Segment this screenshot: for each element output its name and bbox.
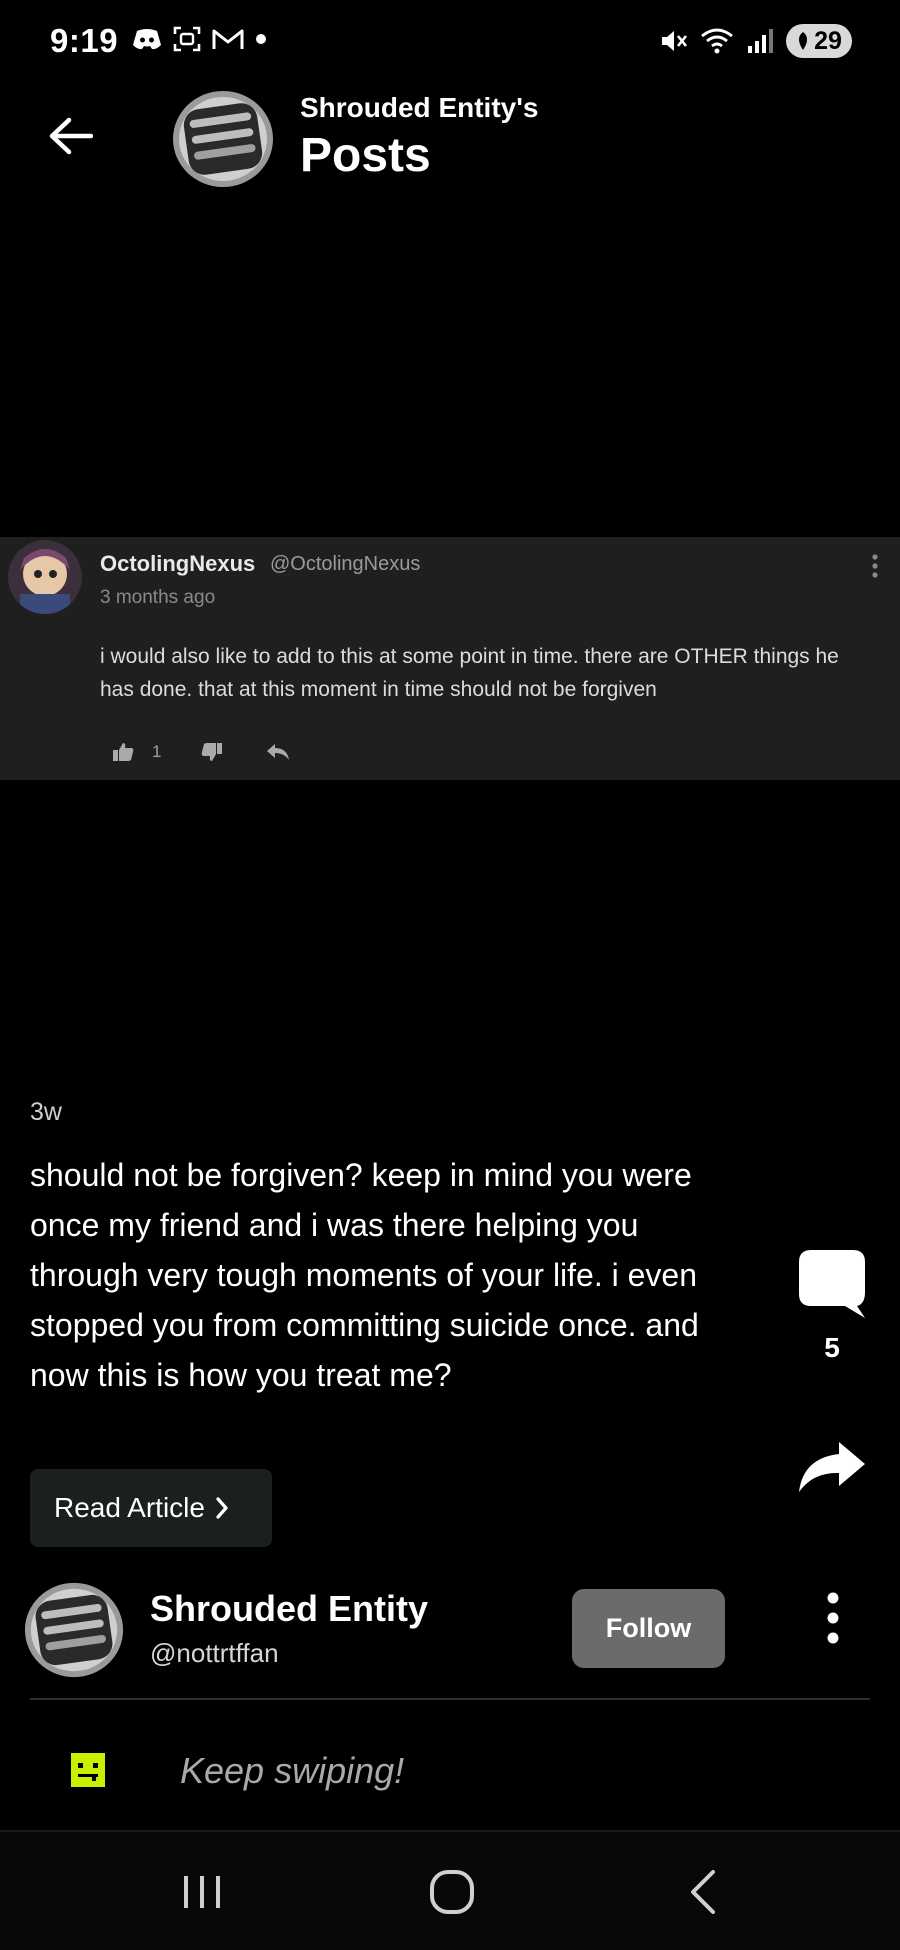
signal-icon bbox=[748, 29, 773, 53]
profile-avatar[interactable] bbox=[170, 86, 276, 192]
comment-timestamp: 3 months ago bbox=[100, 587, 216, 608]
status-time: 9:19 bbox=[50, 22, 119, 59]
divider bbox=[30, 1698, 870, 1700]
comment-button[interactable] bbox=[797, 1248, 867, 1320]
chevron-right-icon bbox=[216, 1497, 228, 1519]
comment-actions: 1 bbox=[112, 742, 291, 762]
battery-saver-icon bbox=[799, 32, 808, 50]
more-options-icon[interactable] bbox=[818, 1590, 848, 1646]
swipe-hint-text: Keep swiping! bbox=[180, 1750, 405, 1791]
system-icons: 29 bbox=[658, 24, 852, 58]
post-body: should not be forgiven? keep in mind you… bbox=[30, 1157, 699, 1393]
commenter-handle: @OctolingNexus bbox=[270, 553, 421, 575]
author-avatar[interactable] bbox=[22, 1578, 126, 1682]
page-title: Posts bbox=[300, 129, 431, 182]
reply-icon bbox=[267, 744, 290, 760]
mute-icon bbox=[662, 31, 688, 51]
commenter-name: OctolingNexus bbox=[100, 551, 256, 576]
recent-apps-icon[interactable] bbox=[172, 1862, 232, 1922]
notification-icons bbox=[132, 25, 268, 53]
discord-icon bbox=[133, 29, 161, 50]
read-article-button[interactable]: Read Article bbox=[30, 1469, 272, 1547]
back-button[interactable] bbox=[42, 108, 98, 164]
screenshot-icon bbox=[173, 26, 201, 52]
read-article-label: Read Article bbox=[54, 1492, 205, 1523]
home-icon[interactable] bbox=[422, 1862, 482, 1922]
comment-menu-icon bbox=[872, 554, 878, 578]
gmail-icon bbox=[212, 29, 244, 49]
thumbs-down-icon bbox=[202, 743, 223, 761]
thumbs-up-icon bbox=[113, 743, 134, 761]
comment-text: i would also like to add to this at some… bbox=[100, 645, 839, 701]
header-subtitle: Shrouded Entity's bbox=[300, 92, 539, 123]
dot-icon bbox=[256, 34, 266, 44]
battery-indicator: 29 bbox=[786, 24, 852, 58]
author-name[interactable]: Shrouded Entity bbox=[150, 1588, 428, 1630]
commenter-avatar bbox=[8, 540, 82, 614]
back-arrow-icon bbox=[49, 117, 93, 155]
author-handle: @nottrtffan bbox=[150, 1638, 279, 1668]
wifi-icon bbox=[701, 28, 733, 54]
battery-level: 29 bbox=[814, 26, 842, 55]
swipe-hint-icon bbox=[71, 1753, 105, 1787]
back-nav-icon[interactable] bbox=[675, 1862, 735, 1922]
status-bar: 9:19 29 bbox=[0, 0, 900, 86]
comment-count: 5 bbox=[824, 1332, 840, 1363]
share-button[interactable] bbox=[797, 1440, 867, 1496]
post-age: 3w bbox=[30, 1098, 62, 1126]
comment-like-count: 1 bbox=[152, 742, 162, 761]
follow-button[interactable]: Follow bbox=[572, 1589, 725, 1668]
